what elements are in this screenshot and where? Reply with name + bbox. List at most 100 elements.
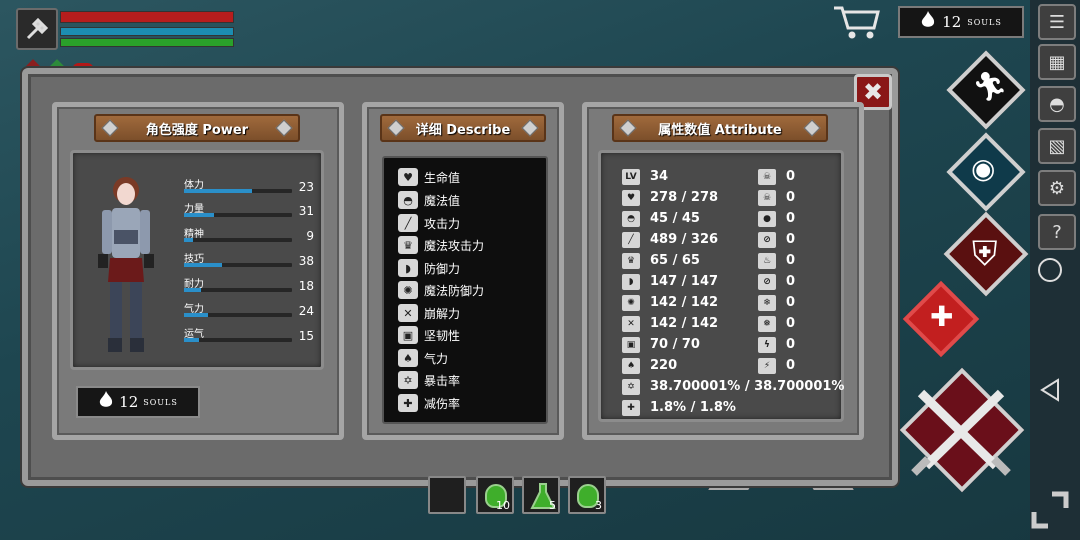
stat-value: 38 — [298, 254, 314, 268]
list-item: ♛ 魔法攻击力 — [398, 234, 484, 256]
resize-corner-icon[interactable] — [1030, 490, 1070, 530]
stat-row-vigor: 气力 24 — [184, 300, 314, 320]
stat-value: 15 — [298, 329, 314, 343]
hotbar-slot-flask[interactable]: 5 — [522, 476, 560, 514]
attribute-title: 属性数值 Attribute — [612, 114, 828, 142]
sword-icon: ╱ — [398, 214, 418, 232]
stat-row-skill: 技巧 38 — [184, 250, 314, 270]
item-count: 10 — [496, 499, 510, 512]
stat-value: 18 — [298, 279, 314, 293]
map-icon: ▧ — [1048, 135, 1066, 157]
no-lightning-icon: ⚡ — [758, 357, 776, 374]
stat-bar — [184, 338, 200, 342]
attribute-row-bleed-resist: ⊘ 0 — [758, 229, 795, 250]
shield-icon: ◗ — [622, 273, 640, 290]
map-button[interactable]: ▧ — [1038, 128, 1076, 164]
crown-icon: ♛ — [622, 252, 640, 269]
heart-icon: ♥ — [398, 168, 418, 186]
axe-portrait-icon[interactable] — [16, 8, 58, 50]
attribute-row-fire: ♨ 0 — [758, 250, 795, 271]
running-man-icon: 🏃︎ — [972, 70, 1008, 103]
attribute-row-attack: ╱ 489 / 326 — [622, 229, 718, 250]
stamina-bar — [60, 38, 234, 47]
no-snowflake-icon: ❅ — [758, 315, 776, 332]
settings-button[interactable]: ⚙ — [1038, 170, 1076, 206]
shield-icon: ◗ — [398, 259, 418, 277]
sword-icon: ╱ — [622, 231, 640, 248]
souls-value: 12 — [119, 393, 139, 411]
star-icon: ✡ — [622, 378, 640, 395]
stat-row-spirit: 精神 9 — [184, 225, 314, 245]
magic-shield-icon: ✺ — [622, 294, 640, 311]
list-item: ◗ 防御力 — [398, 257, 460, 279]
lungs-icon: ♠ — [398, 349, 418, 367]
stat-bar — [184, 238, 193, 242]
eye-icon: ◉ — [971, 152, 996, 185]
help-button[interactable]: ? — [1038, 214, 1076, 250]
helmet-icon: ◓ — [1049, 93, 1065, 115]
shield-skill-icon: ⛨ — [972, 234, 998, 274]
power-title: 角色强度 Power — [94, 114, 300, 142]
crossed-swords-icon — [911, 389, 1011, 476]
list-item: ✡ 暴击率 — [398, 369, 460, 391]
shop-cart-icon[interactable] — [832, 2, 882, 42]
backpack-button[interactable]: ▦ — [1038, 44, 1076, 80]
stat-value: 9 — [306, 229, 314, 243]
flame-icon — [920, 10, 936, 34]
mana-bar — [60, 27, 234, 36]
armor-icon: ▣ — [622, 336, 640, 353]
stat-row-endurance: 耐力 18 — [184, 275, 314, 295]
list-item: ♥ 生命值 — [398, 166, 460, 188]
skull-icon: ☠ — [758, 168, 776, 185]
stat-row-luck: 运气 15 — [184, 325, 314, 345]
souls-unit: SOULS — [967, 17, 1002, 27]
shield-cross-icon: ✚ — [398, 394, 418, 412]
backpack-icon: ▦ — [1048, 51, 1066, 73]
stat-row-strength: 力量 31 — [184, 200, 314, 220]
stat-value: 31 — [298, 204, 314, 218]
attribute-row-defense: ◗ 147 / 147 — [622, 271, 718, 292]
attribute-row-magic-defense: ✺ 142 / 142 — [622, 292, 718, 313]
help-icon: ? — [1052, 221, 1062, 243]
star-icon: ✡ — [398, 371, 418, 389]
attribute-row-frost: ❄ 0 — [758, 292, 795, 313]
block-skill-button[interactable]: ⛨ — [943, 211, 1029, 297]
attribute-row-level: LV 34 — [622, 166, 668, 187]
heal-skill-button[interactable]: ✚ — [902, 280, 980, 358]
stat-value: 23 — [298, 180, 314, 194]
lightning-icon: ϟ — [758, 336, 776, 353]
crown-icon: ♛ — [398, 236, 418, 254]
item-count: 3 — [595, 499, 602, 512]
menu-icon: ☰ — [1048, 11, 1066, 33]
no-fire-icon: ⊘ — [758, 273, 776, 290]
heal-cross-icon: ✚ — [930, 300, 954, 333]
sprint-skill-button[interactable]: 🏃︎ — [946, 50, 1026, 130]
attack-skill-button[interactable] — [896, 367, 1026, 493]
vision-skill-button[interactable]: ◉ — [946, 132, 1026, 212]
hotbar-slot-empty[interactable] — [428, 476, 466, 514]
no-drop-icon: ⊘ — [758, 231, 776, 248]
flame-icon — [98, 390, 114, 414]
menu-button[interactable]: ☰ — [1038, 4, 1076, 40]
describe-list: ♥ 生命值 ◓ 魔法值 ╱ 攻击力 ♛ 魔法攻击力 ◗ 防御力 ✺ 魔法防御力 ✕ 崩解力 ▣… — [382, 156, 548, 424]
heart-icon: ♥ — [622, 189, 640, 206]
attribute-row-mp: ◓ 45 / 45 — [622, 208, 700, 229]
attribute-row-lightning-resist: ⚡ 0 — [758, 355, 795, 376]
lungs-icon: ♠ — [622, 357, 640, 374]
list-item: ✺ 魔法防御力 — [398, 279, 484, 301]
hotbar-slot-potion[interactable]: 3 — [568, 476, 606, 514]
hotbar-slot-potion[interactable]: 10 — [476, 476, 514, 514]
helmet-icon: ◓ — [622, 210, 640, 227]
list-item: ╱ 攻击力 — [398, 212, 460, 234]
gear-icon: ⚙ — [1048, 177, 1066, 199]
souls-value: 12 — [942, 13, 962, 31]
back-nav-icon[interactable] — [1040, 378, 1060, 406]
stat-bar — [184, 313, 208, 317]
equipment-button[interactable]: ◓ — [1038, 86, 1076, 122]
attribute-row-poison-resist: ☠ 0 — [758, 187, 795, 208]
snowflake-icon: ❄ — [758, 294, 776, 311]
souls-counter: 12 SOULS — [898, 6, 1024, 38]
fire-icon: ♨ — [758, 252, 776, 269]
close-icon: ✖ — [862, 78, 884, 106]
home-nav-icon[interactable] — [1038, 258, 1062, 282]
